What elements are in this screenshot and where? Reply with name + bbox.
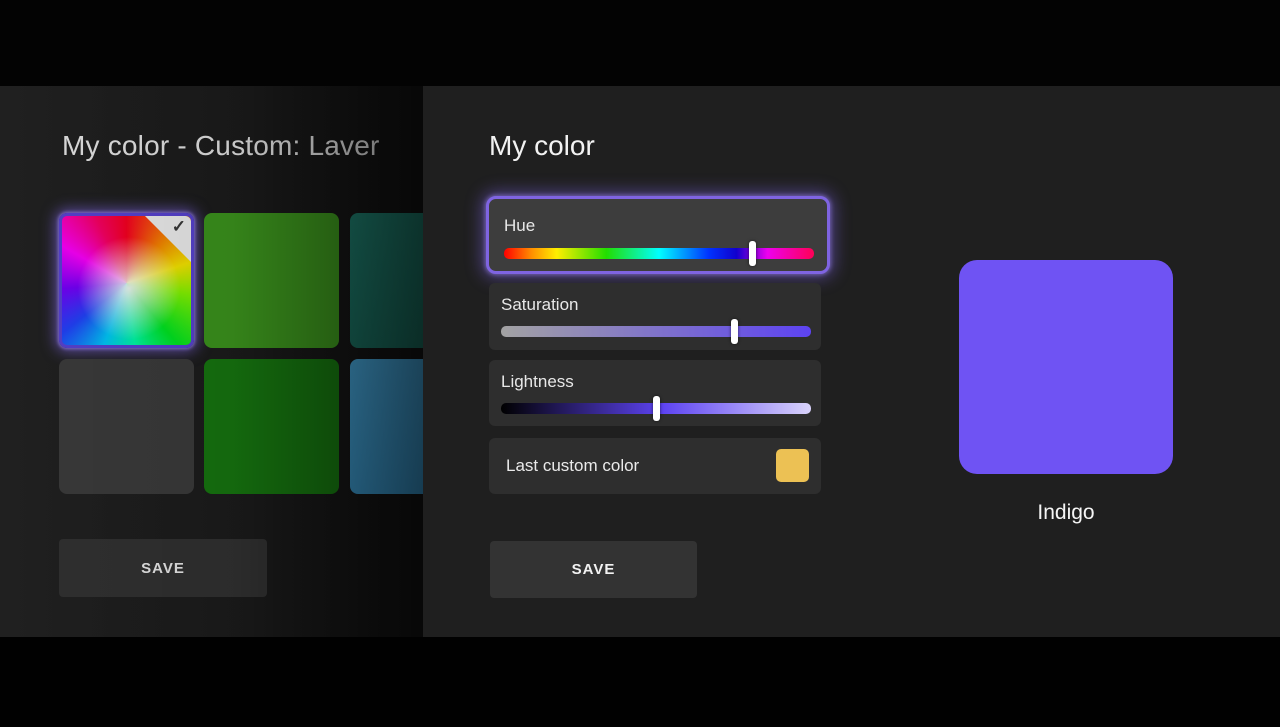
- color-preview-square: [959, 260, 1173, 474]
- saturation-slider-thumb[interactable]: [731, 319, 738, 344]
- right-panel-title: My color: [489, 130, 595, 162]
- last-custom-color-label: Last custom color: [506, 456, 639, 476]
- saturation-slider-track[interactable]: [501, 326, 811, 337]
- hue-slider-label: Hue: [504, 216, 535, 236]
- hue-slider-thumb[interactable]: [749, 241, 756, 266]
- tile-dark-green[interactable]: [204, 359, 339, 494]
- last-custom-color-row[interactable]: Last custom color: [489, 438, 821, 494]
- screen: My color - Custom: Laver ✓ SAVE My color…: [0, 0, 1280, 727]
- selected-corner-fold: ✓: [145, 216, 191, 262]
- last-custom-color-swatch: [776, 449, 809, 482]
- save-button-left[interactable]: SAVE: [59, 539, 267, 597]
- color-grid-panel: My color - Custom: Laver ✓ SAVE: [0, 86, 423, 637]
- saturation-slider-card[interactable]: Saturation: [489, 283, 821, 350]
- tile-blue[interactable]: [350, 359, 423, 494]
- tile-teal[interactable]: [350, 213, 423, 348]
- checkmark-icon: ✓: [172, 217, 186, 237]
- lightness-slider-thumb[interactable]: [653, 396, 660, 421]
- color-editor-panel: My color Hue Saturation Lightness: [423, 86, 1280, 637]
- bottom-black-bar: [0, 637, 1280, 727]
- hue-slider-card[interactable]: Hue: [486, 196, 830, 274]
- tile-custom-picker[interactable]: ✓: [59, 213, 194, 348]
- save-button[interactable]: SAVE: [490, 541, 697, 598]
- left-panel-title: My color - Custom: Laver: [62, 130, 380, 162]
- lightness-slider-card[interactable]: Lightness: [489, 360, 821, 426]
- lightness-slider-label: Lightness: [501, 372, 574, 392]
- lightness-slider-track[interactable]: [501, 403, 811, 414]
- top-black-bar: [0, 0, 1280, 86]
- content-area: My color - Custom: Laver ✓ SAVE My color…: [0, 86, 1280, 637]
- color-preview-label: Indigo: [959, 501, 1173, 525]
- tile-dark-gray[interactable]: [59, 359, 194, 494]
- saturation-slider-label: Saturation: [501, 295, 579, 315]
- tile-green[interactable]: [204, 213, 339, 348]
- hue-slider-track[interactable]: [504, 248, 814, 259]
